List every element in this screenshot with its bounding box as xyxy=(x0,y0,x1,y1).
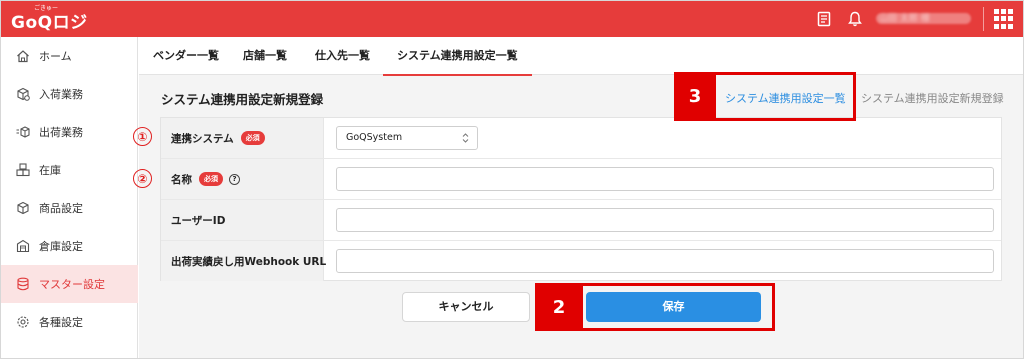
sidebar-item-stock[interactable]: 在庫 xyxy=(1,151,138,189)
form-label: ユーザーID xyxy=(161,200,324,240)
tab-system-integration[interactable]: システム連携用設定一覧 xyxy=(383,37,532,76)
gear-icon xyxy=(15,314,31,330)
user-name[interactable]: 山田 太郎 様 xyxy=(879,11,930,24)
tab-suppliers[interactable]: 仕入先一覧 xyxy=(315,37,370,75)
sidebar-item-label: 在庫 xyxy=(39,164,61,177)
app-window: GoQロジ ごきゅー 山田 太郎 様 ホーム 入荷業務 出荷業務 在庫 商品設定… xyxy=(0,0,1024,359)
required-badge: 必須 xyxy=(199,172,223,186)
sidebar-item-label: 倉庫設定 xyxy=(39,240,83,253)
header-divider xyxy=(983,7,984,31)
stock-icon xyxy=(15,162,31,178)
sidebar-item-inbound[interactable]: 入荷業務 xyxy=(1,75,138,113)
required-badge: 必須 xyxy=(240,131,265,145)
bell-icon[interactable] xyxy=(848,11,864,27)
sidebar-item-label: 出荷業務 xyxy=(39,126,83,139)
logo-ruby: ごきゅー xyxy=(34,5,59,12)
home-icon xyxy=(15,48,31,64)
annotation-circle-2: ② xyxy=(133,169,152,188)
sidebar-item-home[interactable]: ホーム xyxy=(1,37,138,75)
sidebar-item-master[interactable]: マスター設定 xyxy=(1,265,138,303)
select-value: GoQSystem xyxy=(346,132,403,143)
chevron-updown-icon xyxy=(462,127,469,153)
form-row-name: 名称 必須 ? xyxy=(161,159,1001,200)
top-header: GoQロジ ごきゅー 山田 太郎 様 xyxy=(1,1,1023,37)
warehouse-icon xyxy=(15,238,31,254)
form-label: 名称 必須 ? xyxy=(161,159,324,199)
integration-system-select[interactable]: GoQSystem xyxy=(336,126,478,150)
sidebar-item-outbound[interactable]: 出荷業務 xyxy=(1,113,138,151)
form-row-system: 連携システム 必須 GoQSystem xyxy=(161,118,1001,159)
sidebar-item-product[interactable]: 商品設定 xyxy=(1,189,138,227)
sidebar-item-label: ホーム xyxy=(39,50,72,63)
sidebar-item-label: 入荷業務 xyxy=(39,88,83,101)
sidebar-item-label: マスター設定 xyxy=(39,278,105,291)
sidebar-item-settings[interactable]: 各種設定 xyxy=(1,303,138,341)
label-text: 連携システム xyxy=(171,132,234,145)
registration-form: 連携システム 必須 GoQSystem 名称 必須 ? ユーザーID 出荷実績戻… xyxy=(160,117,1002,281)
sidebar-item-label: 商品設定 xyxy=(39,202,83,215)
tab-stores[interactable]: 店舗一覧 xyxy=(243,37,287,75)
form-row-user-id: ユーザーID xyxy=(161,200,1001,241)
annotation-number-2: 2 xyxy=(535,283,583,331)
document-icon[interactable] xyxy=(817,11,833,27)
sidebar-item-label: 各種設定 xyxy=(39,316,83,329)
database-icon xyxy=(15,276,31,292)
form-label: 出荷実績戻し用Webhook URL xyxy=(161,241,327,281)
name-input[interactable] xyxy=(336,167,994,191)
label-text: ユーザーID xyxy=(171,214,226,227)
tab-bar: ベンダー一覧 店舗一覧 仕入先一覧 システム連携用設定一覧 xyxy=(139,37,1023,76)
product-icon xyxy=(15,200,31,216)
annotation-number-3: 3 xyxy=(674,72,716,121)
sidebar-item-warehouse[interactable]: 倉庫設定 xyxy=(1,227,138,265)
user-id-input[interactable] xyxy=(336,208,994,232)
outbound-icon xyxy=(15,124,31,140)
breadcrumb-current: システム連携用設定新規登録 xyxy=(861,92,1004,105)
apps-grid-icon[interactable] xyxy=(994,9,1014,29)
help-icon[interactable]: ? xyxy=(229,173,240,185)
cancel-button[interactable]: キャンセル xyxy=(402,292,530,322)
form-label: 連携システム 必須 xyxy=(161,118,324,158)
annotation-circle-1: ① xyxy=(133,127,152,146)
tab-vendors[interactable]: ベンダー一覧 xyxy=(153,37,219,75)
label-text: 名称 xyxy=(171,173,192,186)
inbound-icon xyxy=(15,86,31,102)
label-text: 出荷実績戻し用Webhook URL xyxy=(171,255,327,268)
form-row-webhook: 出荷実績戻し用Webhook URL xyxy=(161,241,1001,282)
page-title: システム連携用設定新規登録 xyxy=(161,92,324,107)
webhook-url-input[interactable] xyxy=(336,249,994,273)
sidebar: ホーム 入荷業務 出荷業務 在庫 商品設定 倉庫設定 マスター設定 各種設定 xyxy=(1,37,138,358)
